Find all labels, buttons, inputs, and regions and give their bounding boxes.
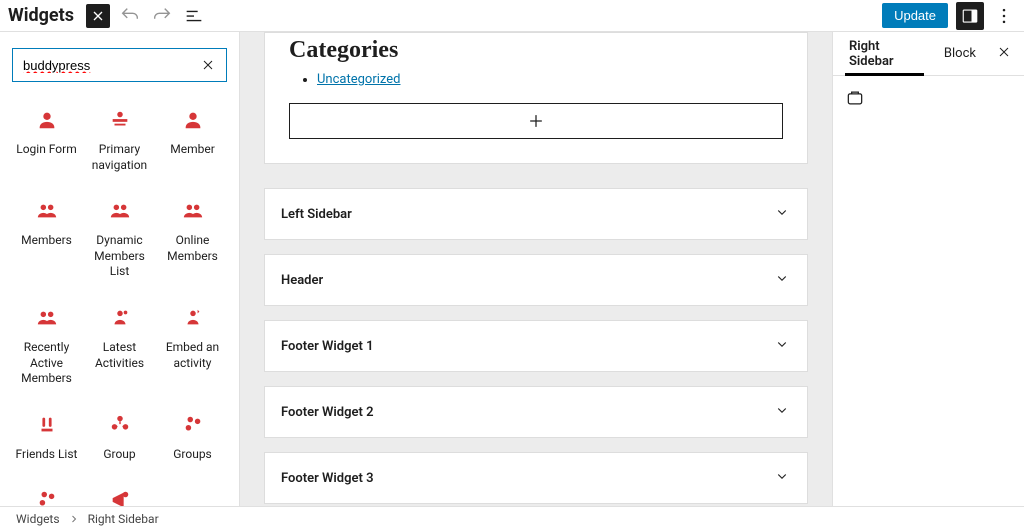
options-button[interactable] xyxy=(992,4,1016,28)
chevron-right-icon xyxy=(68,513,80,525)
block-item-groups[interactable]: Groups xyxy=(158,405,227,471)
widget-areas-list: Left Sidebar Header Footer Widget 1 Footer … xyxy=(264,188,808,506)
widget-area-row[interactable]: Footer Widget 2 xyxy=(264,386,808,438)
block-label: Latest Activities xyxy=(87,340,152,371)
friends-list-icon xyxy=(35,413,59,437)
members-icon xyxy=(35,199,59,223)
block-label: Recently Active Members xyxy=(14,340,79,387)
chevron-down-icon xyxy=(773,203,791,225)
block-item-members[interactable]: Members xyxy=(12,191,81,288)
category-list: Uncategorized xyxy=(317,72,783,87)
block-item-recently-active-members[interactable]: Recently Active Members xyxy=(12,298,81,395)
block-item-friends-list[interactable]: Friends List xyxy=(12,405,81,471)
settings-body xyxy=(833,76,1024,124)
widget-area-row[interactable]: Footer Widget 1 xyxy=(264,320,808,372)
categories-widget[interactable]: Categories Uncategorized xyxy=(264,32,808,164)
block-label: Members xyxy=(21,233,72,249)
block-label: Primary navigation xyxy=(87,142,152,173)
list-item: Uncategorized xyxy=(317,72,783,87)
online-members-icon xyxy=(181,199,205,223)
block-label: Login Form xyxy=(16,142,77,158)
tab-widget-area[interactable]: Right Sidebar xyxy=(845,32,924,76)
breadcrumb-current[interactable]: Right Sidebar xyxy=(88,512,159,526)
search-input[interactable] xyxy=(23,58,200,73)
widget-area-row[interactable]: Left Sidebar xyxy=(264,188,808,240)
block-label: Group xyxy=(103,447,135,463)
block-label: Dynamic Members List xyxy=(87,233,152,280)
list-view-button[interactable] xyxy=(182,4,206,28)
widget-area-icon xyxy=(845,88,865,108)
editor-canvas: Categories Uncategorized Left Sidebar Hea… xyxy=(240,32,832,506)
close-settings-button[interactable] xyxy=(996,44,1012,64)
block-item-online-members[interactable]: Online Members xyxy=(158,191,227,288)
settings-panel: Right Sidebar Block xyxy=(832,32,1024,506)
page-title: Widgets xyxy=(8,5,74,26)
settings-tabs: Right Sidebar Block xyxy=(833,32,1024,76)
chevron-down-icon xyxy=(773,335,791,357)
sitewide-notices-icon xyxy=(108,488,132,506)
widget-area-row[interactable]: Header xyxy=(264,254,808,306)
dynamic-members-list-icon xyxy=(108,199,132,223)
widget-area-label: Footer Widget 2 xyxy=(281,405,374,420)
close-inserter-button[interactable] xyxy=(86,4,110,28)
breadcrumb-root[interactable]: Widgets xyxy=(16,512,60,526)
undo-button[interactable] xyxy=(118,4,142,28)
block-item-login-form[interactable]: Login Form xyxy=(12,100,81,181)
chevron-down-icon xyxy=(773,401,791,423)
redo-icon xyxy=(151,5,173,27)
main-content: Login Form Primary navigation Member Member… xyxy=(0,32,1024,506)
widget-area-label: Footer Widget 3 xyxy=(281,471,374,486)
block-item-primary-navigation[interactable]: Primary navigation xyxy=(85,100,154,181)
add-block-button[interactable] xyxy=(289,103,783,139)
block-item-sitewide-notices[interactable]: Sitewide Notices xyxy=(85,480,154,506)
block-search-box[interactable] xyxy=(12,48,227,82)
close-icon xyxy=(90,8,106,24)
blocks-grid: Login Form Primary navigation Member Member… xyxy=(12,100,227,506)
settings-toggle-button[interactable] xyxy=(956,2,984,30)
close-icon xyxy=(996,44,1012,60)
breadcrumb: Widgets Right Sidebar xyxy=(0,506,1024,530)
clear-search-icon[interactable] xyxy=(200,57,216,73)
undo-icon xyxy=(119,5,141,27)
redo-button[interactable] xyxy=(150,4,174,28)
group-icon xyxy=(108,413,132,437)
chevron-down-icon xyxy=(773,467,791,489)
block-item-embed-activity[interactable]: Embed an activity xyxy=(158,298,227,395)
widget-area-label: Footer Widget 1 xyxy=(281,339,374,354)
widget-area-row[interactable]: Footer Widget 3 xyxy=(264,452,808,504)
groups-icon xyxy=(181,413,205,437)
toolbar-right: Update xyxy=(882,2,1016,30)
member-icon xyxy=(181,108,205,132)
widget-title: Categories xyxy=(289,33,783,64)
block-item-member[interactable]: Member xyxy=(158,100,227,181)
block-label: Friends List xyxy=(16,447,78,463)
category-link[interactable]: Uncategorized xyxy=(317,72,400,87)
primary-navigation-icon xyxy=(108,108,132,132)
kebab-icon xyxy=(994,6,1014,26)
update-button[interactable]: Update xyxy=(882,3,948,28)
block-label: Groups xyxy=(173,447,212,463)
block-item-dynamic-members-list[interactable]: Dynamic Members List xyxy=(85,191,154,288)
block-label: Online Members xyxy=(160,233,225,264)
latest-activities-icon xyxy=(108,306,132,330)
block-label: Member xyxy=(170,142,215,158)
tab-block[interactable]: Block xyxy=(940,32,980,76)
widget-area-label: Header xyxy=(281,273,323,288)
plus-icon xyxy=(526,111,546,131)
top-toolbar: Widgets Update xyxy=(0,0,1024,32)
block-inserter-panel: Login Form Primary navigation Member Member… xyxy=(0,32,240,506)
widget-area-label: Left Sidebar xyxy=(281,207,352,222)
list-view-icon xyxy=(183,5,205,27)
embed-activity-icon xyxy=(181,306,205,330)
sidebar-toggle-icon xyxy=(961,7,979,25)
toolbar-left: Widgets xyxy=(8,4,206,28)
chevron-down-icon xyxy=(773,269,791,291)
block-label: Embed an activity xyxy=(160,340,225,371)
recently-active-members-icon xyxy=(35,306,59,330)
block-item-dynamic-groups-list[interactable]: Dynamic Groups List xyxy=(12,480,81,506)
block-item-group[interactable]: Group xyxy=(85,405,154,471)
login-form-icon xyxy=(35,108,59,132)
dynamic-groups-list-icon xyxy=(35,488,59,506)
block-item-latest-activities[interactable]: Latest Activities xyxy=(85,298,154,395)
